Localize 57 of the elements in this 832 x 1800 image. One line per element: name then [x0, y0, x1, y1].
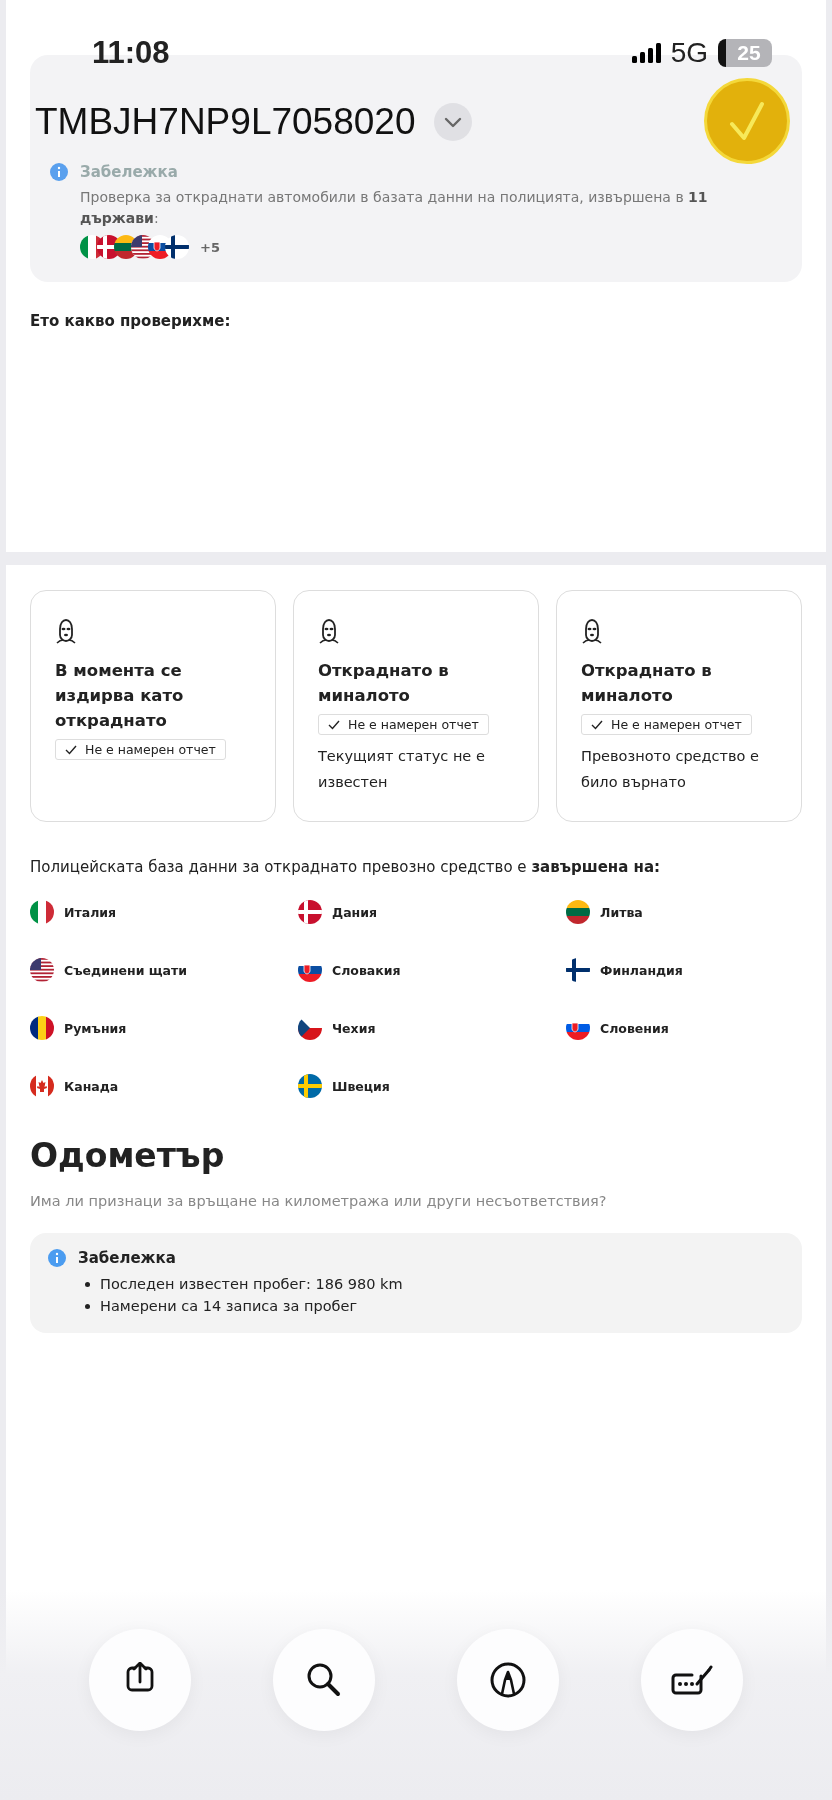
bullet-icon	[85, 1281, 90, 1287]
country-name: Словения	[600, 1020, 669, 1036]
bullet-icon	[85, 1303, 90, 1309]
pen-circle-icon[interactable]	[490, 1662, 526, 1698]
section-subtitle: Има ли признаци за връщане на километража или други несъответствия?	[30, 1193, 608, 1209]
note-text: Проверка за откраднати автомобили в базата данни на полицията, извършена в 11 държави:	[80, 188, 709, 228]
info-icon	[48, 1249, 66, 1267]
signal-icon	[631, 43, 661, 63]
bullet-text: Намерени са 14 записа за пробег	[100, 1297, 358, 1316]
badge-text: Не е намерен отчет	[85, 742, 216, 757]
flag-icon	[30, 1074, 54, 1098]
bullet-text: Последен известен пробег: 186 980 km	[100, 1275, 403, 1294]
country-name: Чехия	[332, 1020, 376, 1036]
flag-icon	[30, 958, 54, 982]
section-heading: Ето какво проверихме:	[30, 312, 232, 330]
note-title: Забележка	[80, 163, 178, 181]
card-title: Откраднато в миналото	[581, 660, 713, 707]
mask-icon	[581, 619, 603, 644]
mask-icon	[318, 619, 340, 644]
flag-icon	[566, 958, 590, 982]
flag-icon	[566, 900, 590, 924]
flag-icon	[30, 900, 54, 924]
flag-icon	[298, 900, 322, 924]
card-title: В момента се издирва като откраднато	[55, 660, 185, 732]
search-icon[interactable]	[306, 1662, 342, 1698]
check-icon	[591, 719, 603, 730]
vin-title: TMBJH7NP9L7058020	[35, 101, 416, 143]
country-name: Италия	[64, 904, 117, 920]
check-icon	[65, 744, 77, 755]
info-icon	[50, 163, 68, 181]
battery-level: 25	[737, 41, 761, 65]
card-text: Превозното средство е било върнато	[581, 747, 760, 792]
country-name: Литва	[600, 904, 643, 920]
chevron-icon[interactable]	[443, 116, 462, 128]
note-title: Забележка	[78, 1249, 176, 1267]
country-name: Румъния	[64, 1020, 127, 1036]
badge-text: Не е намерен отчет	[611, 717, 742, 732]
countries-intro: Полицейската база данни за откраднато превозно средство е завършена на:	[30, 858, 661, 876]
country-name: Съединени щати	[64, 962, 188, 978]
country-name: Швеция	[332, 1078, 390, 1094]
status-time: 11:08	[92, 35, 170, 71]
check-icon	[328, 719, 340, 730]
country-name: Дания	[332, 904, 377, 920]
network-label: 5G	[670, 37, 708, 69]
more-count: +5	[200, 239, 220, 255]
country-name: Словакия	[332, 962, 401, 978]
card-title: Откраднато в миналото	[318, 660, 450, 707]
checkmark-icon	[729, 100, 765, 142]
country-name: Финландия	[600, 962, 683, 978]
country-name: Канада	[64, 1078, 119, 1094]
flag-icon	[165, 235, 189, 259]
mask-icon	[55, 619, 77, 644]
flag-icon	[298, 1074, 322, 1098]
card-text: Текущият статус не е известен	[318, 747, 486, 792]
flag-icon	[30, 1016, 54, 1040]
badge-text: Не е намерен отчет	[348, 717, 479, 732]
section-title: Одометър	[30, 1136, 226, 1175]
